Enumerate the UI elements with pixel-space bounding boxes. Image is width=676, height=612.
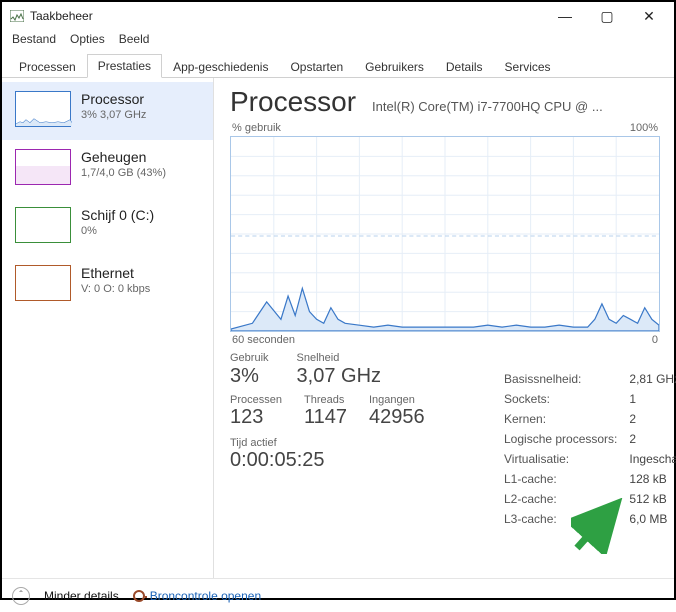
menu-bar: Bestand Opties Beeld <box>2 30 674 52</box>
l3-cache-value: 6,0 MB <box>629 510 676 528</box>
processes-value: 123 <box>230 406 282 429</box>
tab-app-history[interactable]: App-geschiedenis <box>162 55 279 78</box>
usage-value: 3% <box>230 365 269 388</box>
cpu-spec-table: Basissnelheid: 2,81 GHz Sockets: 1 Kerne… <box>502 368 676 530</box>
threads-value: 1147 <box>304 406 347 429</box>
speed-label: Snelheid <box>297 352 381 364</box>
menu-options[interactable]: Opties <box>68 30 107 48</box>
l2-cache-label: L2-cache: <box>504 490 627 508</box>
sidebar-mem-title: Geheugen <box>81 149 166 165</box>
menu-file[interactable]: Bestand <box>10 30 58 48</box>
sidebar-eth-title: Ethernet <box>81 265 150 281</box>
handles-label: Ingangen <box>369 394 425 406</box>
sidebar-mem-sub: 1,7/4,0 GB (43%) <box>81 167 166 179</box>
processes-label: Processen <box>230 394 282 406</box>
cpu-thumbnail-icon <box>15 91 71 127</box>
l2-cache-value: 512 kB <box>629 490 676 508</box>
close-button[interactable]: ✕ <box>628 2 670 30</box>
tab-services[interactable]: Services <box>494 55 562 78</box>
memory-thumbnail-icon <box>15 149 71 185</box>
sockets-value: 1 <box>629 390 676 408</box>
l1-cache-value: 128 kB <box>629 470 676 488</box>
l3-cache-label: L3-cache: <box>504 510 627 528</box>
window-title: Taakbeheer <box>30 9 93 23</box>
taskmanager-icon <box>10 10 24 22</box>
footer-bar: ˆ Minder details Broncontrole openen <box>2 578 674 612</box>
sidebar-disk-sub: 0% <box>81 225 154 237</box>
tab-processes[interactable]: Processen <box>8 55 87 78</box>
chevron-up-icon[interactable]: ˆ <box>12 587 30 605</box>
cpu-model-name: Intel(R) Core(TM) i7-7700HQ CPU @ ... <box>372 99 660 114</box>
minimize-button[interactable]: — <box>544 2 586 30</box>
logical-label: Logische processors: <box>504 430 627 448</box>
sidebar-cpu-sub: 3% 3,07 GHz <box>81 109 146 121</box>
threads-label: Threads <box>304 394 347 406</box>
tab-users[interactable]: Gebruikers <box>354 55 435 78</box>
tab-details[interactable]: Details <box>435 55 494 78</box>
sidebar-cpu-title: Processor <box>81 91 146 107</box>
sidebar-disk-title: Schijf 0 (C:) <box>81 207 154 223</box>
details-pane: Processor Intel(R) Core(TM) i7-7700HQ CP… <box>214 78 674 578</box>
window-titlebar: Taakbeheer — ▢ ✕ <box>2 2 674 30</box>
usage-label: Gebruik <box>230 352 269 364</box>
base-speed-label: Basissnelheid: <box>504 370 627 388</box>
sockets-label: Sockets: <box>504 390 627 408</box>
tab-performance[interactable]: Prestaties <box>87 54 162 78</box>
base-speed-value: 2,81 GHz <box>629 370 676 388</box>
sidebar-item-ethernet[interactable]: Ethernet V: 0 O: 0 kbps <box>2 256 213 314</box>
speed-value: 3,07 GHz <box>297 365 381 388</box>
cores-label: Kernen: <box>504 410 627 428</box>
menu-view[interactable]: Beeld <box>117 30 152 48</box>
sidebar-item-disk[interactable]: Schijf 0 (C:) 0% <box>2 198 213 256</box>
fewer-details-link[interactable]: Minder details <box>44 589 119 603</box>
sidebar-eth-sub: V: 0 O: 0 kbps <box>81 283 150 295</box>
performance-sidebar: Processor 3% 3,07 GHz Geheugen 1,7/4,0 G… <box>2 78 214 578</box>
ethernet-thumbnail-icon <box>15 265 71 301</box>
resource-monitor-label: Broncontrole openen <box>150 589 261 603</box>
main-area: Processor 3% 3,07 GHz Geheugen 1,7/4,0 G… <box>2 78 674 578</box>
chart-xright: 0 <box>652 334 658 346</box>
l1-cache-label: L1-cache: <box>504 470 627 488</box>
logical-value: 2 <box>629 430 676 448</box>
cores-value: 2 <box>629 410 676 428</box>
sidebar-item-cpu[interactable]: Processor 3% 3,07 GHz <box>2 82 213 140</box>
details-heading: Processor <box>230 86 356 118</box>
chart-xleft: 60 seconden <box>232 334 295 346</box>
chart-ymax: 100% <box>630 122 658 134</box>
chart-ylabel: % gebruik <box>232 122 281 134</box>
virtualization-label: Virtualisatie: <box>504 450 627 468</box>
disk-thumbnail-icon <box>15 207 71 243</box>
handles-value: 42956 <box>369 406 425 429</box>
maximize-button[interactable]: ▢ <box>586 2 628 30</box>
tab-startup[interactable]: Opstarten <box>279 55 354 78</box>
sidebar-item-memory[interactable]: Geheugen 1,7/4,0 GB (43%) <box>2 140 213 198</box>
virtualization-value: Ingeschakeld <box>629 450 676 468</box>
resource-monitor-link[interactable]: Broncontrole openen <box>133 589 261 603</box>
tab-bar: Processen Prestaties App-geschiedenis Op… <box>2 52 674 78</box>
cpu-usage-chart[interactable] <box>230 136 660 332</box>
